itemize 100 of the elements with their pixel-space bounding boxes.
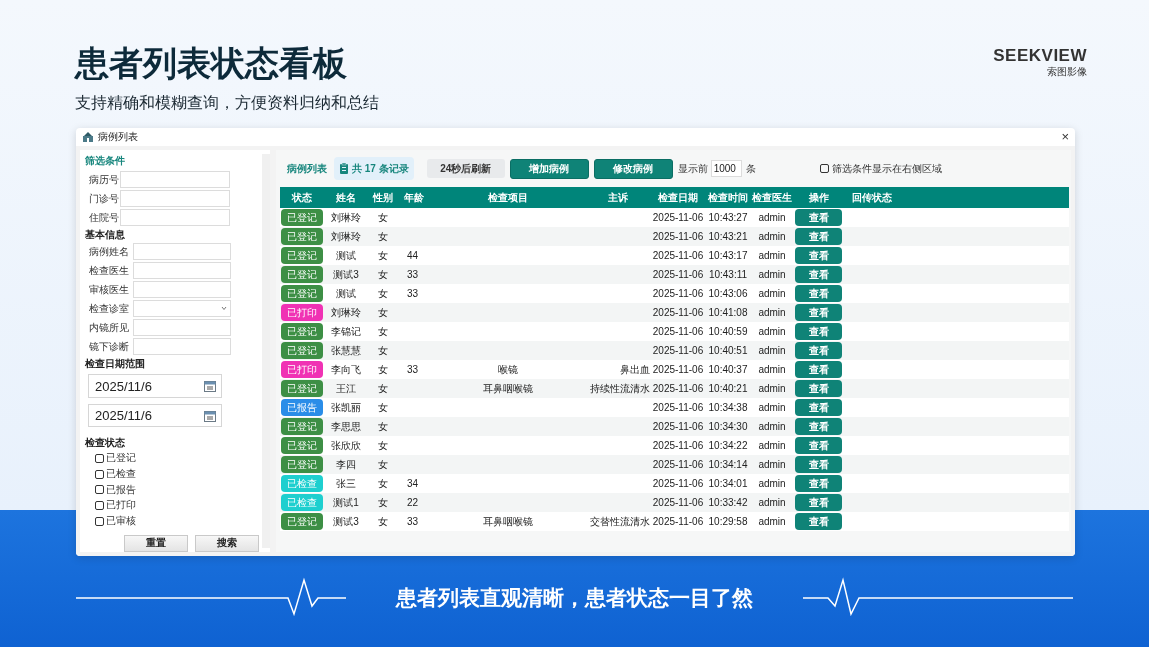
column-header: 检查项目 (488, 191, 528, 203)
table-cell: admin (758, 326, 786, 337)
table-cell: admin (758, 421, 786, 432)
slide-title: 患者列表状态看板 (75, 43, 348, 83)
checkbox[interactable] (95, 485, 104, 495)
view-button[interactable]: 查看 (795, 361, 842, 378)
table-cell: 女 (378, 267, 388, 282)
view-button[interactable]: 查看 (795, 209, 842, 226)
table-cell: 女 (378, 514, 388, 529)
panel-heading: 筛选条件 (85, 154, 126, 168)
table-cell: 2025-11-06 (652, 459, 704, 470)
view-button[interactable]: 查看 (795, 475, 842, 492)
column-header: 检查医生 (752, 191, 792, 203)
view-button[interactable]: 查看 (795, 494, 842, 511)
view-button[interactable]: 查看 (795, 342, 842, 359)
reset-button[interactable]: 重置 (124, 535, 188, 552)
checkbox-label: 筛选条件显示在右侧区域 (831, 161, 942, 176)
table-cell: 张慧慧 (331, 343, 361, 358)
table-cell: 测试3 (333, 267, 359, 282)
table-cell: admin (758, 288, 786, 299)
view-button[interactable]: 查看 (795, 380, 842, 397)
checkbox[interactable] (95, 516, 104, 526)
view-button[interactable]: 查看 (795, 437, 842, 454)
view-button[interactable]: 查看 (795, 399, 842, 416)
table-cell: admin (758, 516, 786, 527)
table-cell: 女 (378, 362, 388, 377)
field-label: 门诊号 (88, 191, 120, 206)
date-field[interactable]: 2025/11/6 (88, 374, 222, 398)
table-cell: 女 (378, 343, 388, 358)
view-button[interactable]: 查看 (795, 456, 842, 473)
column-header: 状态 (292, 191, 312, 203)
close-button[interactable]: × (1061, 130, 1069, 144)
count-field[interactable]: 1000 (710, 160, 742, 177)
checkbox-label: 已报告 (106, 482, 136, 497)
table-cell: 2025-11-06 (652, 269, 704, 280)
table-cell: 女 (378, 495, 388, 510)
date-field[interactable]: 2025/11/6 (88, 403, 222, 428)
table-cell: 10:34:22 (708, 440, 748, 451)
view-button[interactable]: 查看 (795, 513, 842, 530)
table-cell: 2025-11-06 (652, 326, 704, 337)
checkbox[interactable] (95, 453, 104, 463)
view-button[interactable]: 查看 (795, 247, 842, 264)
checkbox-label: 已打印 (106, 498, 136, 513)
section-heading: 检查日期范围 (85, 357, 146, 372)
section-heading: 检查状态 (85, 436, 126, 451)
table-cell: 10:40:51 (708, 345, 748, 356)
table-cell: 刘琳玲 (331, 305, 361, 320)
table-cell: 女 (378, 248, 388, 263)
table-cell: 张凯丽 (331, 400, 361, 415)
view-button[interactable]: 查看 (795, 418, 842, 435)
view-button[interactable]: 查看 (795, 285, 842, 302)
table-cell: 2025-11-06 (652, 497, 704, 508)
checkbox[interactable] (95, 469, 104, 479)
edit-case-button[interactable]: 修改病例 (593, 158, 673, 179)
checkbox[interactable] (819, 164, 829, 173)
view-button[interactable]: 查看 (795, 323, 842, 340)
view-button[interactable]: 查看 (795, 228, 842, 245)
table-cell: 2025-11-06 (652, 440, 704, 451)
slide-subtitle: 支持精确和模糊查询，方便资料归纳和总结 (75, 93, 379, 113)
field-label: 病例姓名 (88, 244, 130, 259)
input-field[interactable] (133, 338, 231, 356)
input-field[interactable] (133, 319, 231, 337)
input-field[interactable] (133, 262, 231, 280)
table-cell: 持续性流清水 (590, 381, 650, 396)
checkbox[interactable] (95, 500, 104, 510)
view-button[interactable]: 查看 (795, 266, 842, 283)
input-field[interactable] (133, 243, 231, 261)
table-cell: 测试 (336, 248, 356, 263)
show-label: 条 (745, 161, 756, 176)
view-button[interactable]: 查看 (795, 304, 842, 321)
input-field[interactable] (120, 209, 230, 227)
table-cell: 33 (407, 364, 419, 375)
table-cell: 44 (407, 250, 419, 261)
search-button[interactable]: 搜索 (195, 535, 259, 552)
table-cell: 鼻出血 (620, 362, 650, 377)
column-header: 主诉 (608, 191, 628, 203)
status-badge: 已登记 (281, 456, 323, 473)
table-cell: 10:34:30 (708, 421, 748, 432)
table-cell: 李思思 (331, 419, 361, 434)
table-cell: 李四 (336, 457, 356, 472)
logo-name: SEEKVIEW (993, 47, 1087, 65)
add-case-button[interactable]: 增加病例 (509, 158, 589, 179)
input-field[interactable] (120, 190, 230, 208)
field-label: 镜下诊断 (88, 339, 130, 354)
table-cell: 测试 (336, 286, 356, 301)
table-cell: 刘琳玲 (331, 210, 361, 225)
status-badge: 已打印 (281, 361, 323, 378)
table-cell: admin (758, 269, 786, 280)
refresh-timer: 24秒后刷新 (426, 159, 505, 178)
status-badge: 已登记 (281, 418, 323, 435)
table-cell: 女 (378, 286, 388, 301)
section-heading: 基本信息 (85, 228, 126, 243)
table-cell: 女 (378, 229, 388, 244)
input-field[interactable] (133, 281, 231, 299)
table-cell: 22 (407, 497, 419, 508)
status-badge: 已登记 (281, 323, 323, 340)
clipboard-icon (339, 162, 349, 175)
dropdown[interactable] (133, 300, 231, 318)
input-field[interactable] (120, 171, 230, 188)
table-cell: 33 (407, 516, 419, 527)
